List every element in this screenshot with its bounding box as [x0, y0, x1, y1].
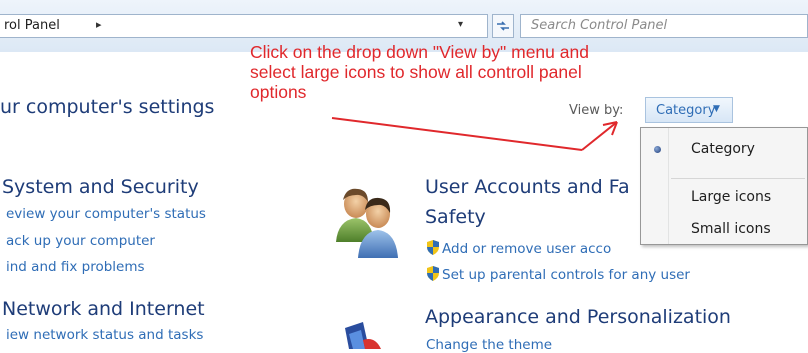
- link-parental-controls[interactable]: Set up parental controls for any user: [426, 266, 690, 283]
- uac-shield-icon: [427, 240, 439, 255]
- breadcrumb-separator-icon[interactable]: ▸: [96, 18, 102, 31]
- category-appearance[interactable]: Appearance and Personalization: [425, 306, 731, 328]
- view-by-selected: Category: [656, 103, 716, 118]
- link-network-status[interactable]: iew network status and tasks: [6, 327, 203, 343]
- link-parental-controls-label: Set up parental controls for any user: [442, 267, 690, 283]
- instruction-annotation: Click on the drop down "View by" menu an…: [250, 42, 589, 102]
- menu-item-small-icons[interactable]: Small icons: [691, 221, 771, 237]
- link-add-remove-user[interactable]: Add or remove user acco: [426, 240, 611, 257]
- breadcrumb-control-panel[interactable]: rol Panel: [4, 18, 60, 33]
- search-input[interactable]: Search Control Panel: [520, 14, 808, 38]
- view-by-label: View by:: [569, 103, 624, 118]
- search-placeholder: Search Control Panel: [531, 18, 668, 33]
- link-review-status[interactable]: eview your computer's status: [6, 206, 206, 222]
- view-by-menu: Category Large icons Small icons: [640, 127, 808, 245]
- menu-item-large-icons[interactable]: Large icons: [691, 189, 771, 205]
- address-dropdown-icon[interactable]: ▾: [458, 19, 463, 30]
- uac-shield-icon: [427, 266, 439, 281]
- refresh-button[interactable]: [492, 14, 514, 38]
- dropdown-arrow-icon: ▼: [713, 104, 720, 114]
- menu-item-category[interactable]: Category: [691, 141, 755, 157]
- category-system-security[interactable]: System and Security: [2, 176, 199, 198]
- link-add-remove-user-label: Add or remove user acco: [442, 241, 612, 257]
- user-accounts-icon: [336, 188, 398, 258]
- refresh-arrows-icon: [497, 21, 509, 31]
- link-find-fix[interactable]: ind and fix problems: [6, 259, 145, 275]
- category-user-accounts-line1[interactable]: User Accounts and Fa: [425, 176, 630, 198]
- category-user-accounts-line2[interactable]: Safety: [425, 206, 486, 228]
- menu-separator: [671, 178, 805, 179]
- link-change-theme[interactable]: Change the theme: [426, 337, 552, 353]
- category-network-internet[interactable]: Network and Internet: [2, 298, 205, 320]
- page-title: ur computer's settings: [0, 96, 215, 118]
- breadcrumb[interactable]: rol Panel ▸ ▾: [0, 14, 488, 38]
- menu-gutter: [668, 128, 669, 244]
- appearance-icon: [345, 322, 381, 349]
- link-backup[interactable]: ack up your computer: [6, 233, 155, 249]
- radio-selected-icon: [654, 146, 661, 153]
